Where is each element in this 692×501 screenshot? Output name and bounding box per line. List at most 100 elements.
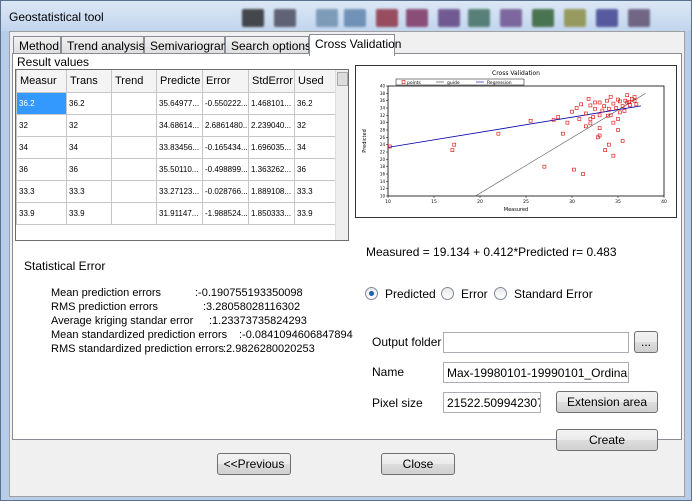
y-tick-label: 28	[380, 128, 386, 133]
table-cell[interactable]	[111, 135, 157, 159]
column-header[interactable]: StdError	[248, 70, 295, 93]
table-cell[interactable]: -1.988524...	[202, 201, 249, 225]
table-cell[interactable]: 1.850333...	[248, 201, 295, 225]
result-values-grid[interactable]: Measur Trans Trend Predicte Error StdError Use…	[15, 69, 349, 241]
table-row[interactable]: 34 34 33.83456... -0.165434... 1.696035... 34	[16, 135, 337, 159]
output-folder-input[interactable]	[443, 332, 629, 353]
data-point	[584, 124, 588, 129]
table-cell[interactable]: 2.6861480...	[202, 113, 249, 137]
data-point	[452, 142, 457, 147]
table-cell[interactable]: 31.91147...	[156, 201, 203, 225]
legend-entry: Regression	[487, 80, 512, 86]
table-row[interactable]: 32 32 34.68614... 2.6861480... 2.239040... 32	[16, 113, 337, 137]
y-tick-label: 12	[380, 186, 386, 191]
data-point	[572, 167, 576, 172]
data-point	[556, 115, 560, 119]
radio-predicted-dot[interactable]	[365, 287, 378, 300]
data-point	[616, 117, 620, 121]
legend-entry: guide	[447, 80, 460, 86]
pixel-size-input[interactable]: 21522.5099423074	[443, 392, 541, 413]
tab-cross-validation[interactable]: Cross Validation	[309, 34, 401, 56]
column-header[interactable]: Trans	[66, 70, 112, 93]
x-tick-label: 30	[569, 199, 575, 205]
table-cell[interactable]: 33.9	[294, 201, 337, 225]
x-tick-label: 40	[661, 199, 667, 205]
stat-label: RMS standardized prediction errors	[51, 343, 225, 355]
table-cell[interactable]	[111, 91, 157, 115]
create-button[interactable]: Create	[556, 429, 658, 451]
table-cell[interactable]: 1.696035...	[248, 135, 295, 159]
table-cell[interactable]: -0.028766...	[202, 179, 249, 203]
table-cell[interactable]	[111, 201, 157, 225]
scrollbar-thumb[interactable]	[337, 72, 348, 86]
table-cell[interactable]: 34	[16, 135, 67, 159]
column-header[interactable]: Used	[294, 70, 337, 93]
data-point	[450, 148, 455, 152]
y-tick-label: 16	[380, 172, 386, 177]
table-cell[interactable]: 1.468101...	[248, 91, 295, 115]
grid-vertical-scrollbar[interactable]	[335, 70, 348, 240]
table-cell[interactable]	[111, 113, 157, 137]
data-point	[607, 142, 611, 147]
table-cell[interactable]: 32	[16, 113, 67, 137]
table-row[interactable]: 36 36 35.50110... -0.498899... 1.363262... 36	[16, 157, 337, 181]
y-tick-label: 38	[380, 91, 386, 96]
table-cell[interactable]: 36	[294, 157, 337, 181]
table-row[interactable]: 36.2 36.2 35.64977... -0.550222... 1.468101.…	[16, 91, 337, 115]
data-point	[634, 102, 639, 107]
column-header[interactable]: Error	[202, 70, 249, 93]
stat-label: Average kriging standar error	[51, 315, 194, 327]
table-cell[interactable]: 34.68614...	[156, 113, 203, 137]
data-point	[579, 102, 583, 107]
stat-label: RMS prediction errors	[51, 301, 158, 313]
title-bar[interactable]: Geostatistical tool	[1, 1, 691, 31]
table-cell[interactable]: 33.3	[294, 179, 337, 203]
chart-title: Cross Validation	[492, 70, 540, 77]
extension-area-button[interactable]: Extension area	[556, 391, 658, 413]
table-cell[interactable]: 36.2	[16, 91, 67, 115]
stat-label: Mean prediction errors	[51, 287, 162, 299]
column-header[interactable]: Measur	[16, 70, 67, 93]
x-tick-label: 20	[477, 199, 483, 205]
column-header[interactable]: Predicte	[156, 70, 203, 93]
table-cell[interactable]: 34	[294, 135, 337, 159]
table-cell[interactable]: 35.50110...	[156, 157, 203, 181]
table-cell[interactable]: -0.550222...	[202, 91, 249, 115]
name-input[interactable]: Max-19980101-19990101_Ordinary Kr	[443, 362, 629, 383]
table-cell[interactable]: 34	[66, 135, 112, 159]
close-button[interactable]: Close	[381, 453, 455, 475]
table-cell[interactable]: 33.3	[16, 179, 67, 203]
x-tick-label: 25	[523, 199, 529, 205]
table-cell[interactable]	[111, 157, 157, 181]
y-tick-label: 34	[380, 106, 386, 111]
previous-button[interactable]: <<Previous	[217, 453, 291, 475]
table-cell[interactable]: 32	[66, 113, 112, 137]
table-cell[interactable]: -0.498899...	[202, 157, 249, 181]
data-point	[623, 98, 628, 103]
data-point	[602, 104, 606, 108]
table-row[interactable]: 33.3 33.3 33.27123... -0.028766... 1.889108.…	[16, 179, 337, 203]
table-cell[interactable]: 33.9	[16, 201, 67, 225]
table-cell[interactable]: 36.2	[66, 91, 112, 115]
table-cell[interactable]: 36	[16, 157, 67, 181]
table-cell[interactable]: 33.27123...	[156, 179, 203, 203]
radio-error-dot[interactable]	[441, 287, 454, 300]
pixel-size-label: Pixel size	[372, 396, 423, 410]
table-cell[interactable]: 1.889108...	[248, 179, 295, 203]
table-cell[interactable]: 36.2	[294, 91, 337, 115]
table-cell[interactable]: 2.239040...	[248, 113, 295, 137]
browse-folder-button[interactable]: ...	[634, 331, 658, 353]
table-cell[interactable]: 33.83456...	[156, 135, 203, 159]
table-cell[interactable]: 33.3	[66, 179, 112, 203]
table-cell[interactable]: 1.363262...	[248, 157, 295, 181]
table-cell[interactable]: 36	[66, 157, 112, 181]
table-cell[interactable]: -0.165434...	[202, 135, 249, 159]
table-cell[interactable]	[111, 179, 157, 203]
column-header[interactable]: Trend	[111, 70, 157, 93]
table-cell[interactable]: 32	[294, 113, 337, 137]
radio-standard-error-dot[interactable]	[494, 287, 507, 300]
table-cell[interactable]: 35.64977...	[156, 91, 203, 115]
table-row[interactable]: 33.9 33.9 31.91147... -1.988524... 1.850333.…	[16, 201, 337, 225]
table-cell[interactable]: 33.9	[66, 201, 112, 225]
y-tick-label: 26	[380, 135, 386, 140]
